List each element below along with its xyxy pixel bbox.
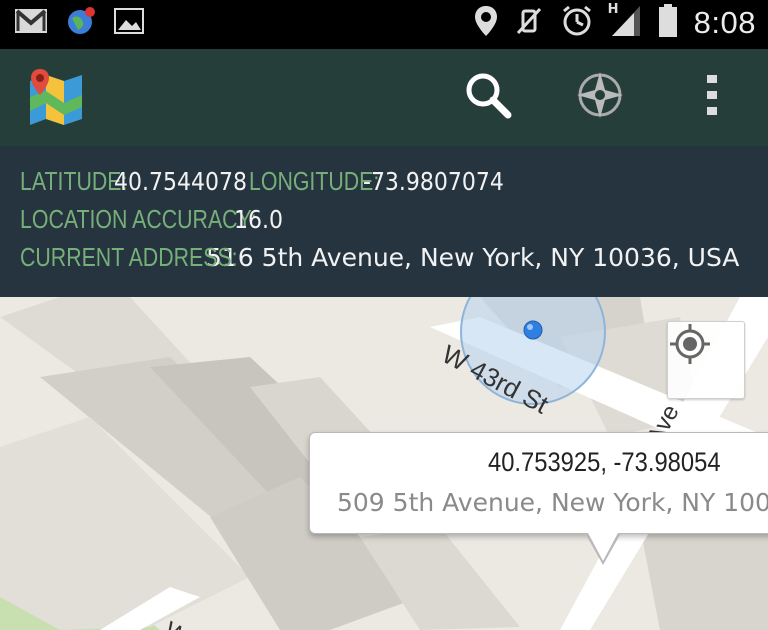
gmail-icon — [14, 7, 48, 39]
compass-icon — [575, 70, 625, 124]
info-window-pointer — [587, 531, 619, 561]
overflow-menu-button[interactable] — [684, 69, 740, 125]
marker-info-window[interactable]: 40.753925, -73.98054 509 5th Avenue, New… — [309, 432, 768, 534]
search-icon — [464, 71, 512, 123]
maps-app-icon[interactable] — [26, 67, 86, 127]
latitude-label: LATITUDE: — [20, 166, 128, 196]
coordinates-line: LATITUDE:40.7544078 LONGITUDE:-73.980707… — [20, 166, 523, 197]
location-pin-icon — [474, 5, 498, 41]
address-value: 516 5th Avenue, New York, NY 10036, USA — [206, 243, 740, 272]
address-line: CURRENT ADDRESS:516 5th Avenue, New York… — [20, 242, 739, 273]
notification-globe-icon — [66, 6, 96, 40]
longitude-label: LONGITUDE: — [249, 166, 380, 196]
map-view[interactable]: W 43rd St Ave W 40.753925, -73.98054 509… — [0, 297, 768, 630]
signal-icon: H — [608, 2, 642, 42]
my-location-button[interactable] — [667, 321, 745, 399]
alarm-icon — [560, 4, 594, 42]
accuracy-label: LOCATION ACCURACY: — [20, 204, 257, 234]
action-bar — [0, 49, 768, 146]
info-window-address: 509 5th Avenue, New York, NY 100 — [337, 488, 768, 517]
location-dot — [524, 321, 542, 339]
accuracy-line: LOCATION ACCURACY:16.0 — [20, 204, 290, 235]
overflow-menu-icon — [704, 73, 720, 121]
location-info-panel: LATITUDE:40.7544078 LONGITUDE:-73.980707… — [0, 146, 768, 297]
image-icon — [114, 8, 144, 38]
accuracy-value: 16.0 — [234, 205, 283, 234]
clock: 8:08 — [693, 5, 756, 40]
compass-button[interactable] — [572, 69, 628, 125]
info-window-title: 40.753925, -73.98054 — [488, 447, 721, 477]
longitude-value: -73.9807074 — [363, 167, 505, 196]
mute-icon — [514, 5, 544, 41]
battery-icon — [658, 4, 678, 42]
status-bar: H 8:08 — [0, 0, 768, 49]
address-label: CURRENT ADDRESS: — [20, 242, 238, 272]
latitude-value: 40.7544078 — [114, 167, 247, 196]
search-button[interactable] — [460, 69, 516, 125]
